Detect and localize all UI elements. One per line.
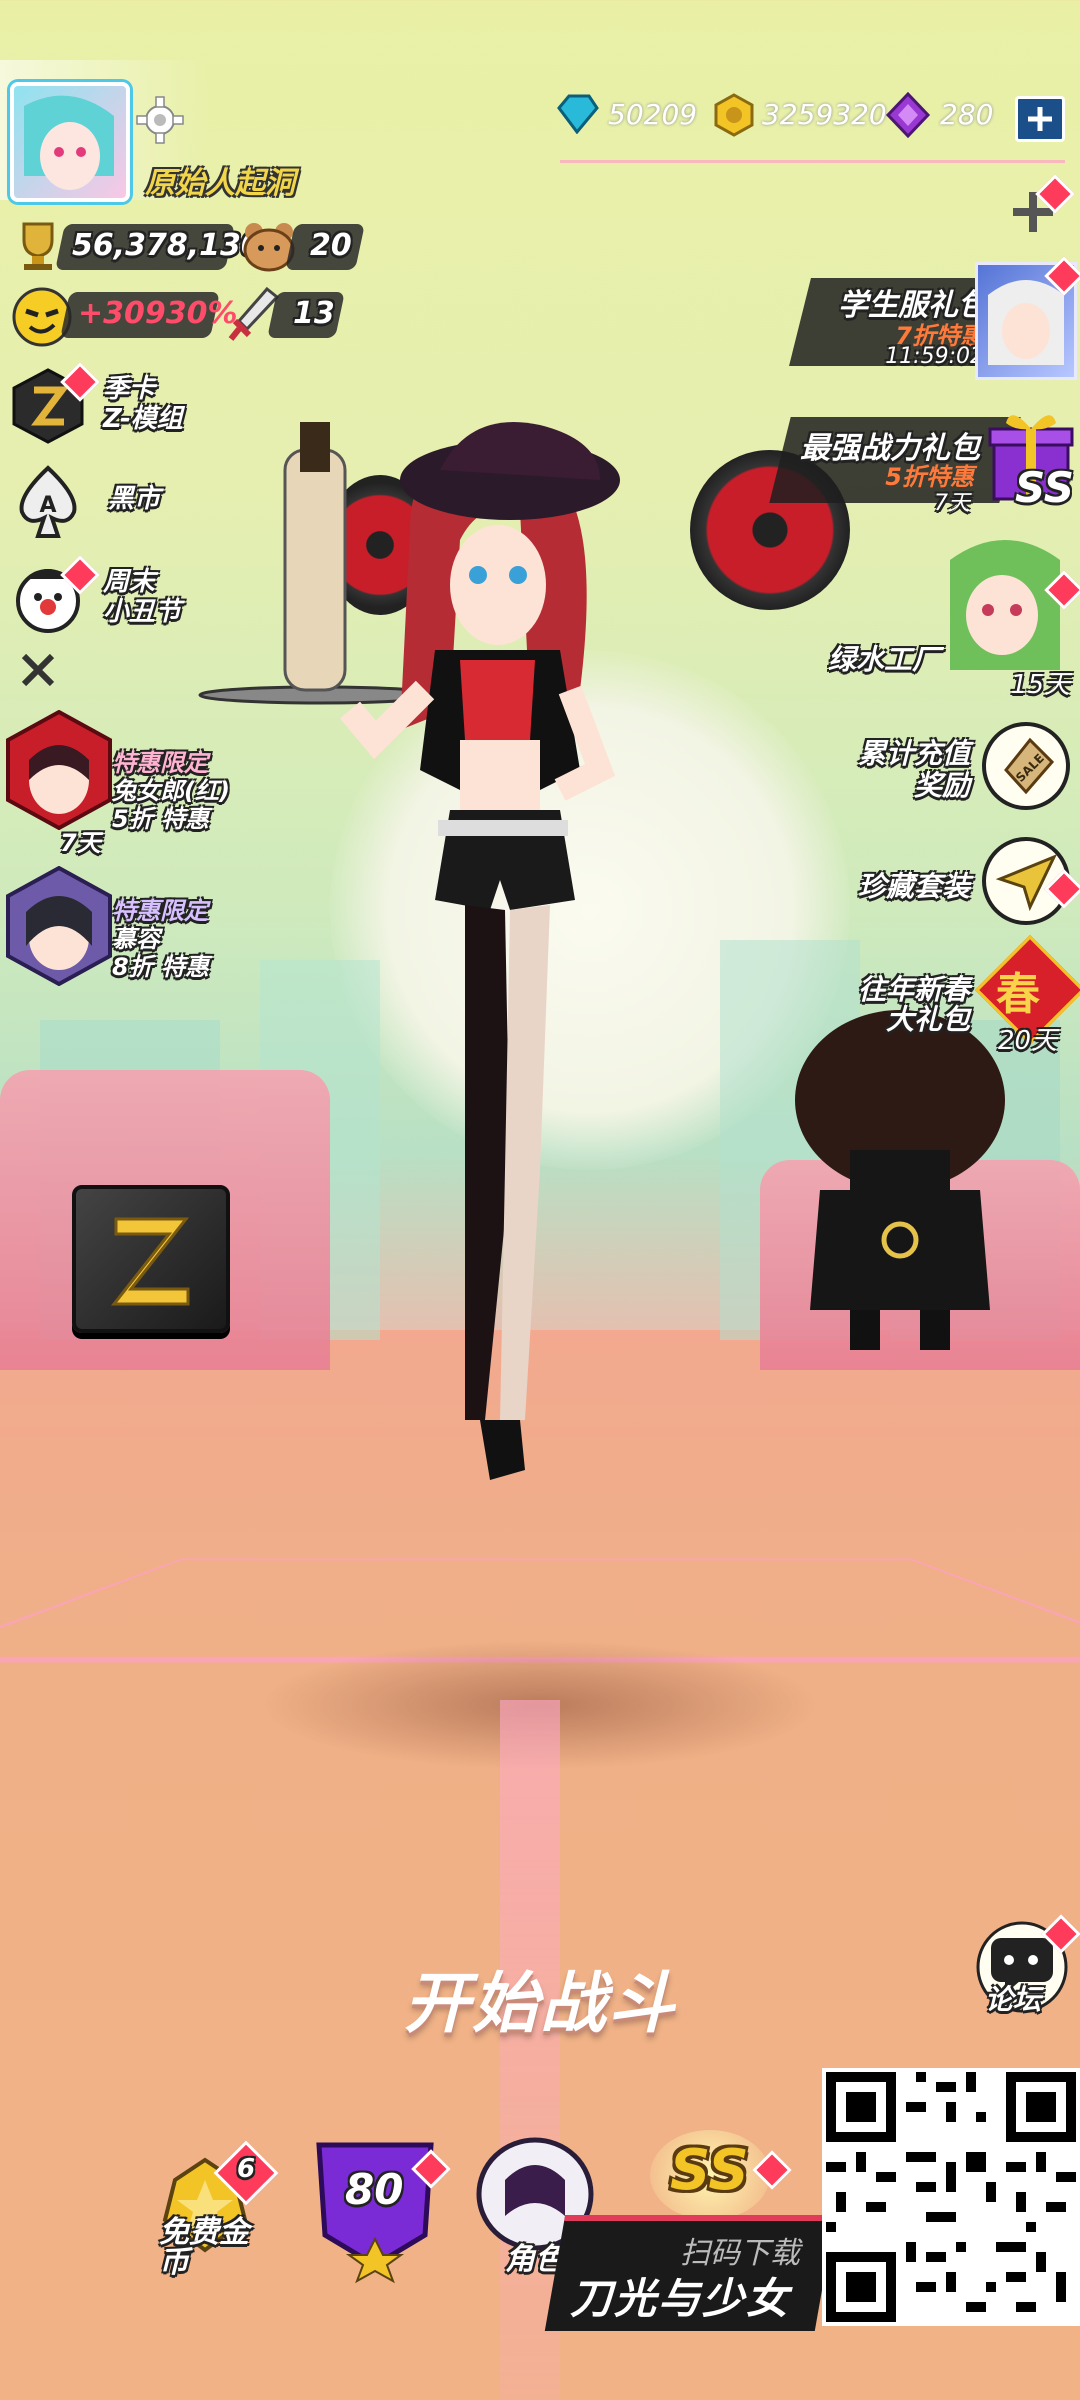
gold-coin-icon bbox=[712, 93, 756, 137]
qr-code-icon bbox=[826, 2072, 1076, 2322]
forum-label: 论坛 bbox=[985, 1983, 1042, 2016]
download-line2: 刀光与少女 bbox=[570, 2274, 791, 2323]
free-coin-label: 免费金币 bbox=[159, 2215, 249, 2280]
sale-tag-icon: SALE bbox=[980, 720, 1072, 812]
bear-value: 20 bbox=[310, 228, 352, 263]
green-factory-title: 绿水工厂 bbox=[827, 643, 940, 676]
bunny-promo-line3: 5折 特惠 bbox=[112, 805, 210, 833]
student-promo-timer: 11:59:02 bbox=[885, 344, 984, 369]
currency-divider bbox=[560, 160, 1065, 163]
green-factory-timer: 15天 bbox=[1010, 670, 1070, 700]
promo-student-uniform[interactable]: 学生服礼包 7折特惠 11:59:02 bbox=[780, 256, 1080, 380]
power-promo-badge: SS bbox=[1015, 463, 1075, 512]
bunny-promo-line2: 兔女郎(红) bbox=[112, 777, 230, 805]
forum-button[interactable]: 论坛 bbox=[975, 1914, 1080, 2016]
currency-gems-value: 50209 bbox=[608, 98, 698, 131]
svg-text:A: A bbox=[39, 493, 56, 518]
new-year-timer: 20天 bbox=[998, 1026, 1058, 1056]
season-card-button[interactable]: 季卡 Z-模组 bbox=[8, 362, 208, 452]
settings-button[interactable] bbox=[135, 95, 185, 145]
collection-outfit-button[interactable]: 珍藏套装 bbox=[820, 835, 1080, 935]
bunny-promo-line1: 特惠限定 bbox=[112, 749, 208, 777]
level-value: 80 bbox=[345, 2165, 404, 2214]
ss-rank-label: SS bbox=[670, 2138, 749, 2203]
trophy-value: 56,378,130 bbox=[72, 228, 262, 263]
power-promo-timer: 7天 bbox=[934, 491, 970, 516]
start-battle-label: 开始战斗 bbox=[404, 1965, 676, 2042]
black-market-button[interactable]: A 黑市 bbox=[8, 458, 208, 548]
bunny-girl-portrait-icon bbox=[4, 709, 114, 831]
character-model bbox=[198, 422, 620, 1480]
free-coin-badge: 6 bbox=[237, 2154, 256, 2184]
weekend-title: 周末 bbox=[103, 567, 156, 597]
spade-ace-icon: A bbox=[8, 462, 88, 542]
currency-gold-value: 3259320 bbox=[762, 98, 887, 131]
murong-promo-line2: 慕容 bbox=[112, 925, 160, 953]
cumulative-recharge-button[interactable]: 累计充值 奖励 SALE bbox=[820, 720, 1080, 820]
diamond-gem-icon bbox=[555, 94, 599, 135]
download-qr-code[interactable] bbox=[822, 2068, 1080, 2326]
murong-portrait-icon bbox=[4, 865, 114, 987]
collapse-menu-button[interactable] bbox=[18, 650, 58, 690]
gear-icon bbox=[136, 96, 184, 144]
season-card-subtitle: Z-模组 bbox=[103, 404, 183, 434]
purple-crystal-icon bbox=[885, 91, 931, 139]
promo-bunny-girl[interactable]: 特惠限定 兔女郎(红) 5折 特惠 7天 bbox=[0, 700, 260, 860]
promo-murong[interactable]: 特惠限定 慕容 8折 特惠 bbox=[0, 862, 260, 1012]
promo-strongest-power[interactable]: 最强战力礼包 5折特惠 7天 SS bbox=[740, 405, 1080, 525]
recharge-subtitle: 奖励 bbox=[913, 769, 970, 802]
collection-title: 珍藏套装 bbox=[857, 870, 970, 903]
plus-icon bbox=[1028, 107, 1052, 131]
murong-promo-line3: 8折 特惠 bbox=[112, 953, 210, 981]
black-market-label: 黑市 bbox=[108, 484, 161, 514]
currency-crystal-value: 280 bbox=[940, 98, 994, 131]
currency-bar: 50209 3259320 280 bbox=[540, 88, 1080, 148]
npc-afro-character bbox=[795, 1010, 1005, 1350]
bonus-percent-value: +30930% bbox=[78, 296, 238, 331]
new-year-gift-button[interactable]: 往年新春 大礼包 春 20天 bbox=[820, 934, 1080, 1060]
sword-value: 13 bbox=[293, 296, 335, 331]
free-coin-button[interactable]: 6 免费金币 bbox=[145, 2140, 279, 2280]
bunny-promo-timer: 7天 bbox=[60, 829, 101, 857]
promo-green-water-factory[interactable]: 绿水工厂 15天 bbox=[820, 520, 1080, 700]
level-button[interactable]: 80 bbox=[305, 2135, 451, 2285]
add-currency-button[interactable] bbox=[1015, 96, 1065, 142]
avatar-portrait-icon bbox=[24, 95, 114, 190]
close-icon bbox=[21, 653, 55, 687]
start-battle-button[interactable]: 开始战斗 bbox=[340, 1950, 740, 2042]
season-card-title: 季卡 bbox=[103, 374, 156, 404]
weekend-clown-button[interactable]: 周末 小丑节 bbox=[8, 555, 208, 645]
expand-menu-button[interactable] bbox=[1005, 174, 1075, 240]
player-avatar[interactable] bbox=[10, 82, 130, 202]
murong-promo-line1: 特惠限定 bbox=[112, 897, 208, 925]
player-name: 原始人起洞 bbox=[145, 166, 295, 201]
new-year-subtitle: 大礼包 bbox=[885, 1003, 970, 1036]
new-year-badge: 春 bbox=[996, 969, 1040, 1020]
weekend-subtitle: 小丑节 bbox=[103, 597, 182, 627]
